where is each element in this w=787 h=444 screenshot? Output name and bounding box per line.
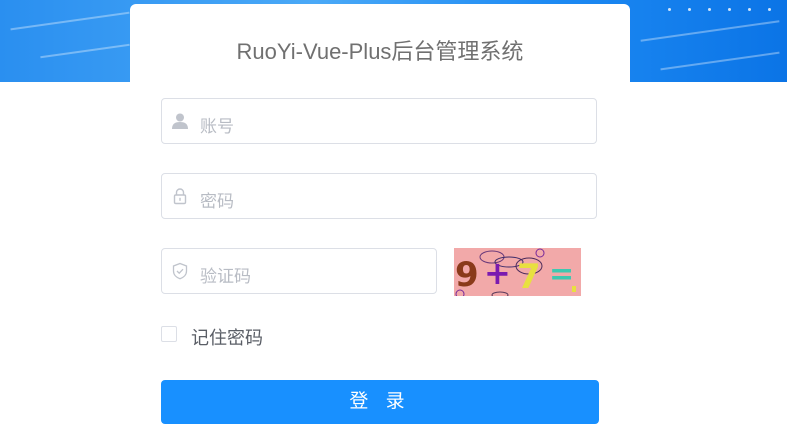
shield-icon — [171, 262, 189, 280]
background-dot — [768, 8, 771, 11]
login-card: RuoYi-Vue-Plus后台管理系统 账号 密码 验证码 9 + 7 = 记… — [130, 4, 630, 444]
background-streak — [10, 11, 130, 31]
captcha-image[interactable]: 9 + 7 = — [454, 248, 581, 296]
background-dot — [748, 8, 751, 11]
background-dot — [668, 8, 671, 11]
login-button[interactable]: 登 录 — [161, 380, 599, 424]
captcha-char: + — [484, 254, 511, 292]
remember-checkbox[interactable] — [161, 326, 177, 342]
lock-icon — [171, 187, 189, 205]
page-title: RuoYi-Vue-Plus后台管理系统 — [236, 39, 524, 64]
background-dot — [708, 8, 711, 11]
username-placeholder: 账号 — [200, 117, 234, 136]
background-dot — [688, 8, 691, 11]
user-icon — [171, 112, 189, 130]
captcha-field[interactable]: 验证码 — [161, 248, 437, 294]
background-streak — [40, 43, 130, 59]
username-field[interactable]: 账号 — [161, 98, 597, 144]
captcha-char: 7 — [517, 257, 541, 296]
password-field[interactable]: 密码 — [161, 173, 597, 219]
background-streak — [660, 51, 780, 71]
password-placeholder: 密码 — [200, 192, 234, 211]
captcha-noise — [572, 286, 576, 292]
remember-label[interactable]: 记住密码 — [191, 324, 263, 350]
captcha-placeholder: 验证码 — [200, 267, 251, 286]
captcha-char: 9 — [455, 255, 479, 295]
captcha-char: = — [549, 257, 574, 292]
background-dot — [728, 8, 731, 11]
background-streak — [640, 20, 780, 42]
